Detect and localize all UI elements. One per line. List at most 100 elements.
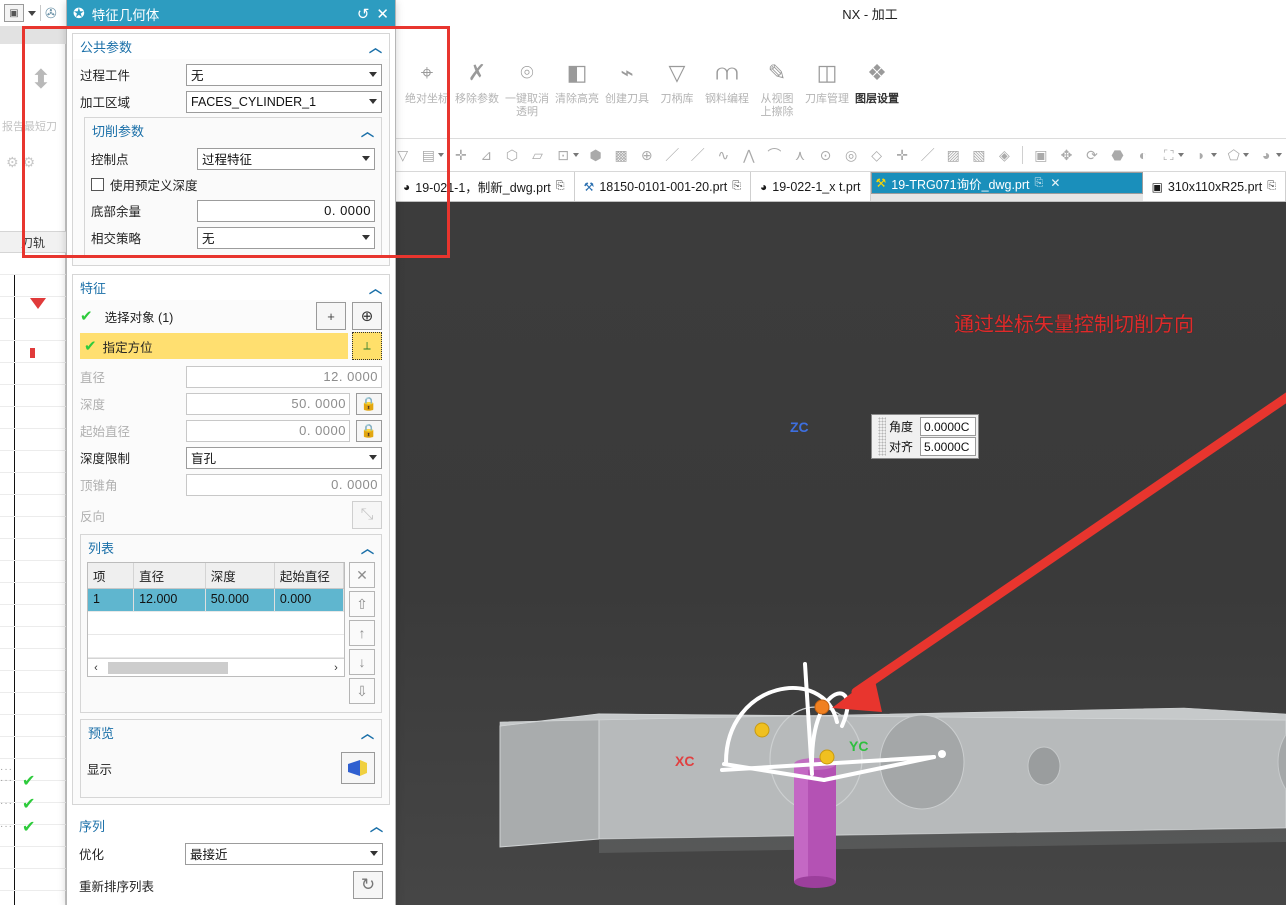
reset-icon[interactable]: ↺ xyxy=(357,5,370,23)
caret3-icon[interactable] xyxy=(1178,153,1185,157)
optimize-select[interactable]: 最接近 xyxy=(185,842,383,865)
chevron-up-icon[interactable]: ︿ xyxy=(369,37,382,56)
document-tab-2[interactable]: ◕ 19-022-1_x t.prt xyxy=(751,172,871,201)
left-tool-icons[interactable]: ⚙ ⚙ xyxy=(6,154,35,171)
move-down-icon[interactable]: ↓ xyxy=(349,649,375,675)
chevron-up-icon[interactable]: ︿ xyxy=(361,538,374,557)
tab-modified-icon[interactable]: ⎘ xyxy=(556,180,565,193)
point-constructor-icon[interactable]: ⊕ xyxy=(352,302,382,330)
ribbon-item-11[interactable]: ◧ 清除高亮 xyxy=(552,52,602,138)
delete-icon[interactable]: ✕ xyxy=(349,562,375,588)
left-panel-row[interactable] xyxy=(0,649,66,671)
left-panel-row[interactable] xyxy=(0,407,66,429)
left-panel-row[interactable] xyxy=(0,627,66,649)
move-up-icon[interactable]: ↑ xyxy=(349,620,375,646)
lock-icon[interactable]: 🔒 xyxy=(356,419,382,442)
diamond-icon[interactable]: ◇ xyxy=(864,143,890,167)
chevron-up-icon[interactable]: ︿ xyxy=(361,121,374,140)
move-bottom-icon[interactable]: ⇩ xyxy=(349,678,375,704)
document-tab-3[interactable]: ⚒ 19-TRG071询价_dwg.prt ⎘ ✕ xyxy=(870,172,1143,194)
dialog-grip-icon[interactable] xyxy=(878,417,886,456)
left-panel-row[interactable] xyxy=(0,693,66,715)
left-panel-row[interactable] xyxy=(0,385,66,407)
left-panel-row[interactable] xyxy=(0,297,66,319)
shade-gear-icon[interactable]: ◐ xyxy=(1130,143,1156,167)
control-point-select[interactable]: 过程特征 xyxy=(197,147,375,170)
left-panel-row[interactable] xyxy=(0,517,66,539)
left-panel-row[interactable] xyxy=(0,737,66,759)
scroll-thumb[interactable] xyxy=(108,661,228,674)
left-panel-row[interactable] xyxy=(0,671,66,693)
left-panel-row[interactable] xyxy=(0,583,66,605)
arc-icon[interactable]: ⌒ xyxy=(762,143,788,167)
left-panel-row[interactable] xyxy=(0,847,66,869)
move-view-icon[interactable]: ✥ xyxy=(1054,143,1080,167)
group-header-common[interactable]: 公共参数 ︿ xyxy=(73,34,389,59)
spline-icon[interactable]: ⋀ xyxy=(736,143,762,167)
move-top-icon[interactable]: ⇧ xyxy=(349,591,375,617)
ribbon-item-17[interactable]: ❖ 图层设置 xyxy=(852,52,902,138)
dropdown-caret-icon[interactable] xyxy=(28,10,36,16)
snap-point-icon[interactable]: ⊿ xyxy=(474,143,500,167)
sheet-icon[interactable]: ▨ xyxy=(940,143,966,167)
graphics-viewport[interactable]: 通过坐标矢量控制切削方向 ZC XC YC 角度 0.0000C 对齐 5.00… xyxy=(394,202,1286,905)
left-panel-row[interactable] xyxy=(0,429,66,451)
solid-icon[interactable]: ⬢ xyxy=(583,143,609,167)
caret2-icon[interactable] xyxy=(572,153,579,157)
ribbon-item-13[interactable]: ▽ 刀柄库 xyxy=(652,52,702,138)
circle-point-icon[interactable]: ⊙ xyxy=(813,143,839,167)
chevron-up-icon[interactable]: ︿ xyxy=(370,816,383,835)
caret-icon[interactable] xyxy=(438,153,445,157)
close-icon[interactable]: ✕ xyxy=(376,5,389,23)
curve-icon[interactable]: ∿ xyxy=(711,143,737,167)
document-tab-bar[interactable]: ◕ 19-021-1，制新_dwg.prt ⎘ ⚒ 18150-0101-001-20.… xyxy=(394,172,1286,202)
left-panel-row[interactable] xyxy=(0,869,66,891)
caret6-icon[interactable] xyxy=(1276,153,1283,157)
vertex-icon[interactable]: ⋏ xyxy=(787,143,813,167)
intersect-strategy-select[interactable]: 无 xyxy=(197,226,375,249)
list-side-buttons[interactable]: ✕ ⇧ ↑ ↓ ⇩ xyxy=(349,562,375,704)
ribbon-item-9[interactable]: ✗ 移除参数 xyxy=(452,52,502,138)
process-workpiece-select[interactable]: 无 xyxy=(186,63,382,86)
face-icon[interactable]: ▱ xyxy=(525,143,551,167)
depth-limit-select[interactable]: 盲孔 xyxy=(186,446,382,469)
left-panel-row[interactable] xyxy=(0,473,66,495)
left-panel-row[interactable] xyxy=(0,341,66,363)
left-panel-row[interactable] xyxy=(0,253,66,275)
table-column-header[interactable]: 项 xyxy=(88,563,135,588)
pin-icon[interactable]: ✇ xyxy=(45,5,57,22)
reverse-direction-icon[interactable]: ⤡ xyxy=(352,501,382,529)
left-panel-row[interactable] xyxy=(0,275,66,297)
scroll-right-icon[interactable]: › xyxy=(328,662,344,674)
lock-icon[interactable]: 🔒 xyxy=(356,392,382,415)
left-panel-row[interactable] xyxy=(0,561,66,583)
target-icon[interactable]: ⊕ xyxy=(634,143,660,167)
left-panel-row[interactable] xyxy=(0,605,66,627)
plus-icon[interactable]: ✛ xyxy=(889,143,915,167)
feature-list-table[interactable]: 项直径 深度 起始直径 1 12.000 50.000 0.000 ‹ › xyxy=(87,562,345,677)
feature-geometry-dialog[interactable]: ✪ 特征几何体 ↺ ✕ 公共参数 ︿ 过程工件 无 加工区域 FACES_CYL… xyxy=(66,0,396,905)
ribbon-item-15[interactable]: ✎ 从视图 上擦除 xyxy=(752,52,802,138)
orientation-value-dialog[interactable]: 角度 0.0000C 对齐 5.0000C xyxy=(871,414,979,459)
table-body[interactable]: 1 12.000 50.000 0.000 xyxy=(88,589,344,612)
ribbon-item-16[interactable]: ◫ 刀库管理 xyxy=(802,52,852,138)
group-header-preview[interactable]: 预览 ︿ xyxy=(81,720,381,745)
table-column-header[interactable]: 直径 xyxy=(134,563,206,588)
chevron-up-icon[interactable]: ︿ xyxy=(361,723,374,742)
group-header-feature[interactable]: 特征 ︿ xyxy=(73,275,389,300)
table-horizontal-scrollbar[interactable]: ‹ › xyxy=(88,658,344,676)
left-panel-row[interactable] xyxy=(0,715,66,737)
ribbon-item-10[interactable]: ⌾ 一键取消透明 xyxy=(502,52,552,138)
group-header-cutting[interactable]: 切削参数 ︿ xyxy=(85,118,381,143)
dialog-title-bar[interactable]: ✪ 特征几何体 ↺ ✕ xyxy=(67,0,395,27)
machining-area-select[interactable]: FACES_CYLINDER_1 xyxy=(186,90,382,113)
hexagon-icon[interactable]: ⬡ xyxy=(499,143,525,167)
left-panel-row[interactable] xyxy=(0,539,66,561)
use-predefined-depth-checkbox[interactable] xyxy=(91,178,104,191)
caret4-icon[interactable] xyxy=(1210,153,1217,157)
angle-input[interactable]: 0.0000C xyxy=(920,417,976,436)
sheet2-icon[interactable]: ▧ xyxy=(966,143,992,167)
refresh-icon[interactable]: ↻ xyxy=(353,871,383,899)
table-row[interactable]: 1 12.000 50.000 0.000 xyxy=(88,589,344,612)
scroll-left-icon[interactable]: ‹ xyxy=(88,662,104,674)
